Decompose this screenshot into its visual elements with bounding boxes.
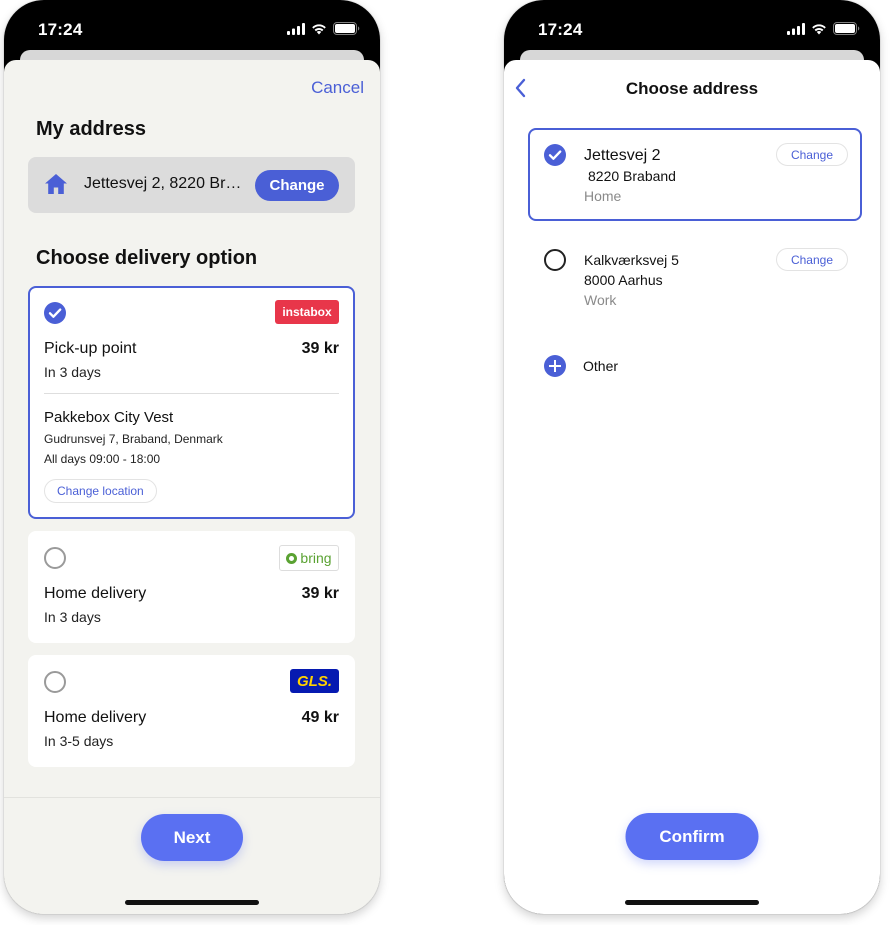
add-other-address[interactable]: Other bbox=[544, 355, 618, 377]
status-time: 17:24 bbox=[38, 20, 83, 39]
delivery-option-title: Choose delivery option bbox=[36, 247, 258, 269]
bring-ring-icon bbox=[286, 552, 298, 564]
change-location-button[interactable]: Change location bbox=[44, 479, 157, 503]
signal-icon bbox=[787, 22, 805, 35]
address-text: Jettesvej 2, 8220 Brabrand bbox=[84, 175, 244, 192]
option-price: 39 kr bbox=[301, 340, 339, 357]
next-button[interactable]: Next bbox=[141, 814, 243, 861]
option-title: Pick-up point bbox=[44, 340, 137, 357]
radio-button[interactable] bbox=[44, 671, 66, 693]
address-city: 8000 Aarhus bbox=[584, 272, 663, 288]
signal-icon bbox=[287, 22, 305, 35]
phone-choose-address: 17:24 Choose address Jettesvej 2 8220 Br… bbox=[504, 0, 880, 914]
battery-icon bbox=[833, 22, 860, 35]
address-option-work[interactable]: Kalkværksvej 5 8000 Aarhus Work Change bbox=[528, 233, 862, 326]
address-street: Jettesvej 2 bbox=[584, 147, 661, 164]
divider bbox=[44, 393, 339, 394]
address-box: Jettesvej 2, 8220 Brabrand Change bbox=[28, 157, 355, 213]
option-title: Home delivery bbox=[44, 585, 147, 602]
instabox-logo-text: instabox bbox=[282, 305, 332, 319]
page-title: Choose address bbox=[625, 79, 759, 98]
plus-icon bbox=[544, 355, 566, 377]
cancel-button[interactable]: Cancel bbox=[311, 78, 364, 98]
option-price: 49 kr bbox=[301, 709, 339, 726]
option-days: In 3 days bbox=[44, 364, 101, 380]
pickup-point-name: Pakkebox City Vest bbox=[44, 409, 174, 426]
confirm-button[interactable]: Confirm bbox=[625, 813, 759, 860]
option-price: 39 kr bbox=[301, 585, 339, 602]
battery-icon bbox=[333, 22, 360, 35]
checkmark-icon[interactable] bbox=[544, 144, 566, 166]
option-title: Home delivery bbox=[44, 709, 147, 726]
address-label: Work bbox=[584, 292, 617, 308]
bring-logo-text: bring bbox=[300, 550, 332, 566]
home-icon bbox=[45, 174, 67, 194]
delivery-option-gls[interactable]: GLS. Home delivery 49 kr In 3-5 days bbox=[28, 655, 355, 767]
delivery-option-bring[interactable]: bring Home delivery 39 kr In 3 days bbox=[28, 531, 355, 643]
pickup-point-address: Gudrunsvej 7, Braband, Denmark bbox=[44, 432, 223, 446]
gls-logo-text: GLS. bbox=[296, 672, 332, 690]
address-street: Kalkværksvej 5 bbox=[584, 252, 679, 268]
my-address-title: My address bbox=[36, 118, 147, 140]
checkmark-icon[interactable] bbox=[44, 302, 66, 324]
address-city: 8220 Braband bbox=[588, 168, 676, 184]
gls-logo: GLS. bbox=[290, 669, 339, 693]
phone-delivery-options: 17:24 Cancel My address Jettesvej 2, 822… bbox=[4, 0, 380, 914]
option-days: In 3 days bbox=[44, 609, 101, 625]
radio-button[interactable] bbox=[544, 249, 566, 271]
delivery-sheet: Cancel My address Jettesvej 2, 8220 Brab… bbox=[4, 60, 380, 914]
pickup-point-hours: All days 09:00 - 18:00 bbox=[44, 452, 161, 466]
option-days: In 3-5 days bbox=[44, 733, 114, 749]
bottom-bar: Next bbox=[4, 797, 380, 914]
change-address-button[interactable]: Change bbox=[255, 170, 339, 201]
change-address-button[interactable]: Change bbox=[776, 248, 848, 271]
address-option-home[interactable]: Jettesvej 2 8220 Braband Home Change bbox=[528, 128, 862, 221]
address-label: Home bbox=[584, 188, 622, 204]
status-time: 17:24 bbox=[538, 20, 583, 39]
instabox-logo: instabox bbox=[275, 300, 339, 324]
status-icons bbox=[787, 22, 860, 35]
home-indicator bbox=[625, 900, 759, 905]
bring-logo: bring bbox=[279, 545, 339, 571]
status-icons bbox=[287, 22, 360, 35]
radio-button[interactable] bbox=[44, 547, 66, 569]
other-label: Other bbox=[583, 358, 619, 374]
home-indicator bbox=[125, 900, 259, 905]
change-address-button[interactable]: Change bbox=[776, 143, 848, 166]
wifi-icon bbox=[312, 23, 326, 34]
wifi-icon bbox=[812, 23, 826, 34]
delivery-option-pickup[interactable]: instabox Pick-up point 39 kr In 3 days P… bbox=[28, 286, 355, 519]
address-sheet: Choose address Jettesvej 2 8220 Braband … bbox=[504, 60, 880, 914]
